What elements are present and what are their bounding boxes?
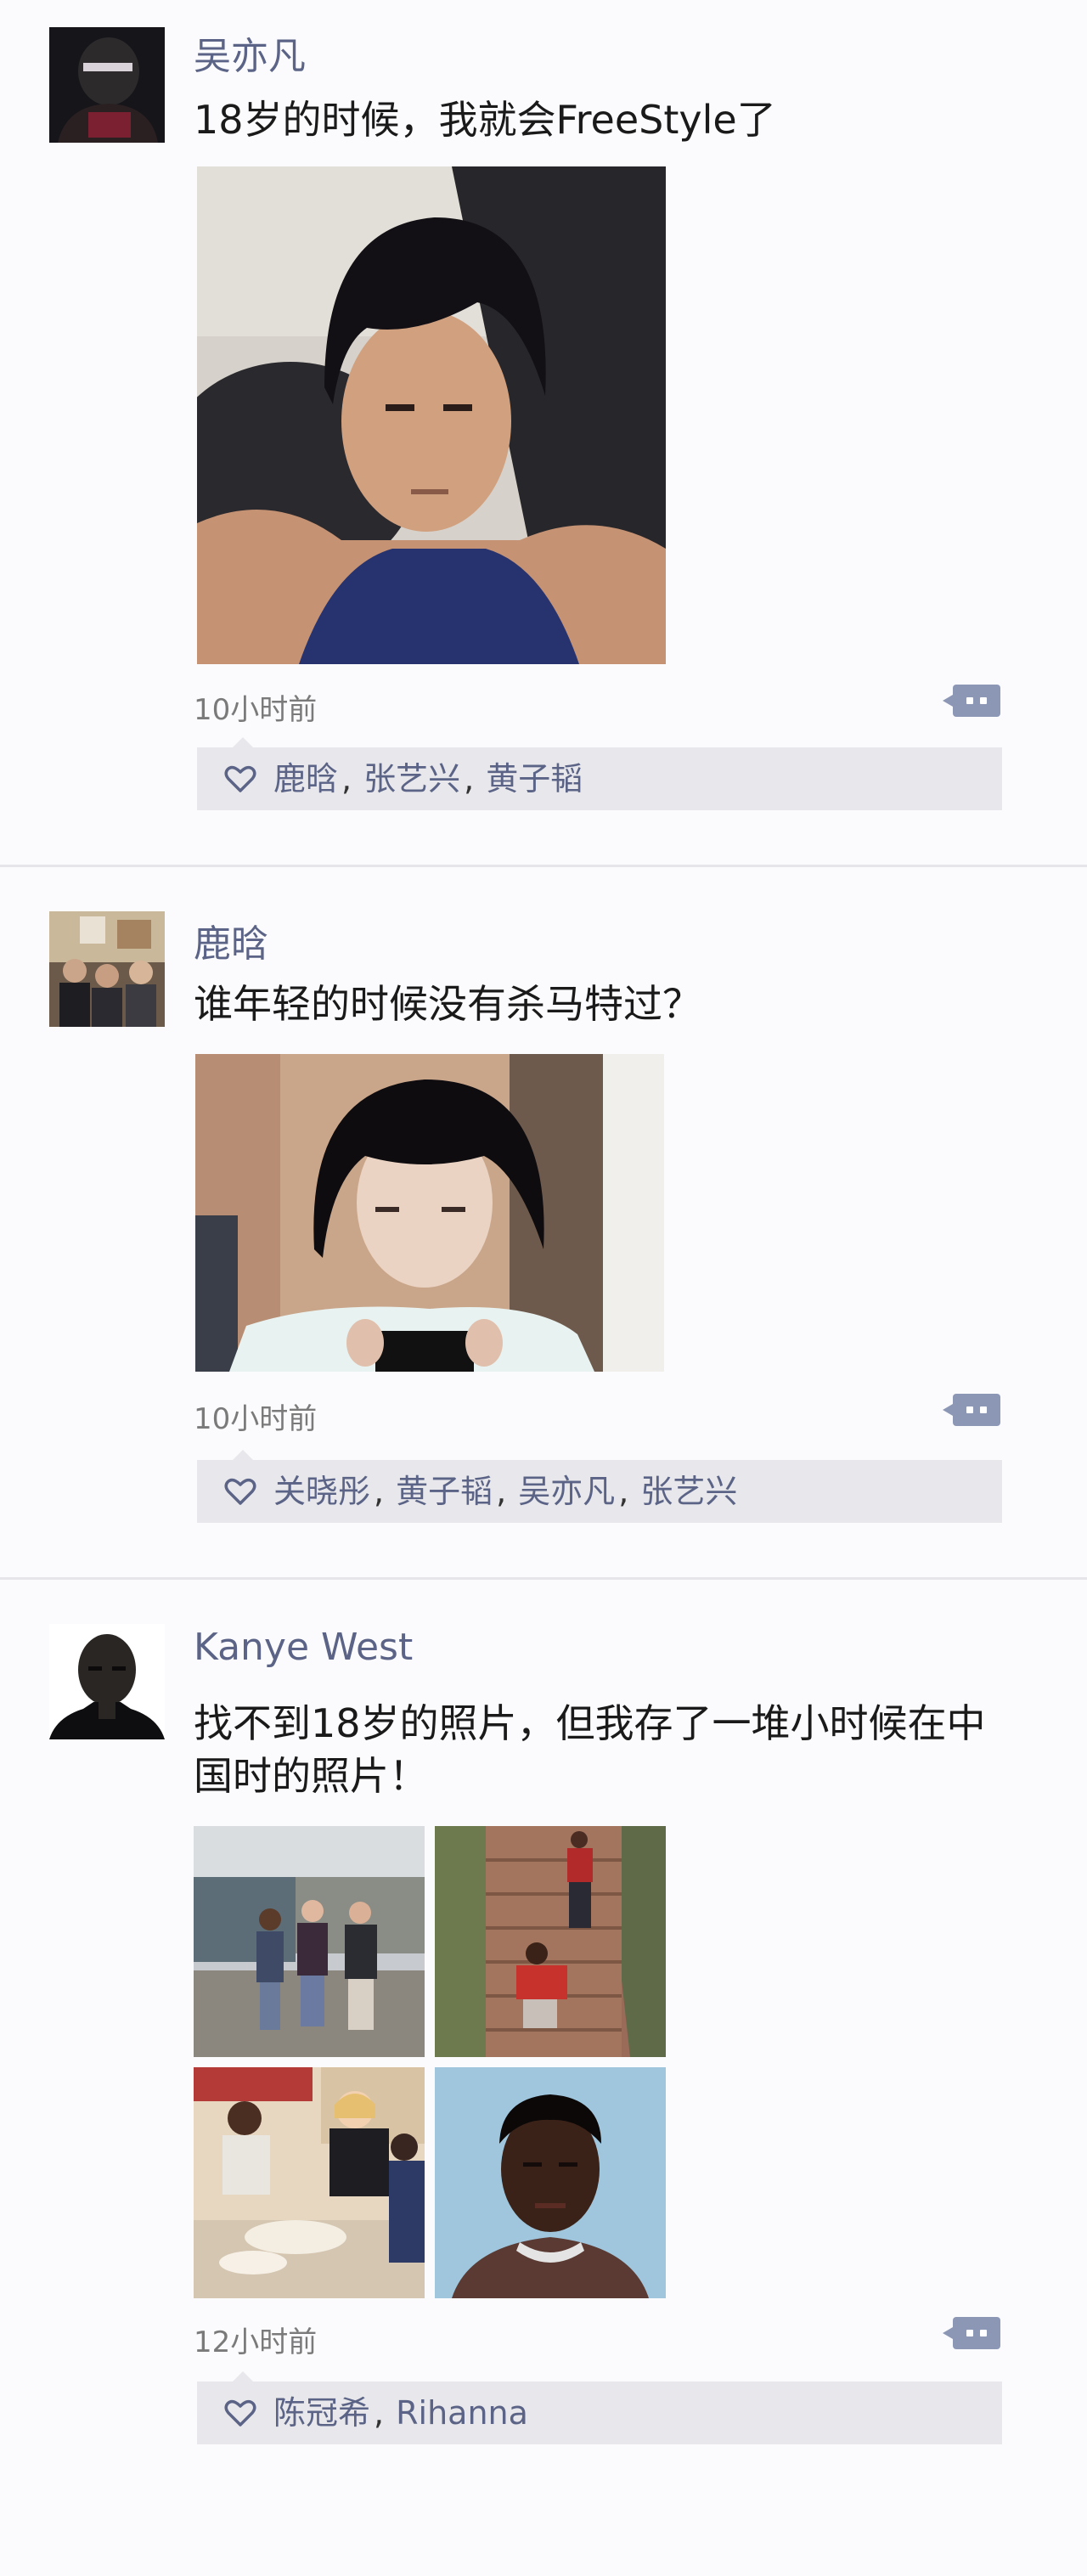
like-names: 鹿晗, 张艺兴, 黄子韬 bbox=[273, 756, 583, 802]
post-photo[interactable] bbox=[197, 166, 666, 664]
username[interactable]: 吴亦凡 bbox=[194, 25, 306, 80]
heart-outline-icon[interactable] bbox=[224, 2398, 256, 2427]
photo-image bbox=[195, 1054, 664, 1372]
post-photo[interactable] bbox=[194, 1826, 425, 2057]
post-time: 12小时前 bbox=[194, 2325, 318, 2359]
like-separator: , bbox=[464, 760, 475, 798]
like-separator: , bbox=[496, 1473, 507, 1510]
post-time: 10小时前 bbox=[194, 1402, 318, 1436]
like-name[interactable]: 鹿晗 bbox=[273, 760, 338, 798]
post-text: 谁年轻的时候没有杀马特过？ bbox=[194, 981, 701, 1027]
comment-icon[interactable] bbox=[943, 685, 1000, 717]
post-text: 18岁的时候，我就会FreeStyle了 bbox=[194, 97, 776, 143]
likes-bar: 鹿晗, 张艺兴, 黄子韬 bbox=[197, 737, 1002, 810]
like-name[interactable]: 黄子韬 bbox=[396, 1473, 493, 1510]
comment-icon[interactable] bbox=[943, 2317, 1000, 2349]
like-names: 关晓彤, 黄子韬, 吴亦凡, 张艺兴 bbox=[273, 1468, 737, 1514]
like-name[interactable]: 黄子韬 bbox=[486, 760, 583, 798]
photo-image bbox=[197, 166, 666, 664]
like-name[interactable]: 关晓彤 bbox=[273, 1473, 370, 1510]
avatar[interactable] bbox=[49, 27, 165, 143]
post-text: 找不到18岁的照片，但我存了一堆小时候在中国时的照片！ bbox=[194, 1700, 986, 1799]
photo-image bbox=[435, 2067, 666, 2298]
like-separator: , bbox=[374, 2394, 385, 2432]
post-photo[interactable] bbox=[435, 2067, 666, 2298]
like-name[interactable]: 张艺兴 bbox=[640, 1473, 737, 1510]
post-photo[interactable] bbox=[435, 1826, 666, 2057]
like-name[interactable]: 陈冠希 bbox=[273, 2394, 370, 2432]
avatar-image bbox=[49, 911, 165, 1027]
avatar-image bbox=[49, 1624, 165, 1739]
comment-icon[interactable] bbox=[943, 1394, 1000, 1426]
post-photo[interactable] bbox=[194, 2067, 425, 2298]
avatar-image bbox=[49, 27, 165, 143]
heart-outline-icon[interactable] bbox=[224, 1477, 256, 1506]
post-1: 吴亦凡 18岁的时候，我就会FreeStyle了 10小时前 鹿晗, 张艺兴, 黄子… bbox=[0, 0, 1087, 865]
like-name[interactable]: 张艺兴 bbox=[363, 760, 460, 798]
like-names: 陈冠希, Rihanna bbox=[273, 2390, 528, 2436]
photo-image bbox=[194, 1826, 425, 2057]
post-2: 鹿晗 谁年轻的时候没有杀马特过？ 10小时前 关晓彤, 黄子韬, 吴亦凡, 张艺兴 bbox=[0, 867, 1087, 1577]
likes-bar: 陈冠希, Rihanna bbox=[197, 2371, 1002, 2444]
post-photo[interactable] bbox=[195, 1054, 664, 1372]
username[interactable]: 鹿晗 bbox=[194, 913, 268, 967]
avatar[interactable] bbox=[49, 1624, 165, 1739]
post-3: Kanye West 找不到18岁的照片，但我存了一堆小时候在中国时的照片！ 1… bbox=[0, 1580, 1087, 2576]
likes-bar: 关晓彤, 黄子韬, 吴亦凡, 张艺兴 bbox=[197, 1450, 1002, 1523]
like-separator: , bbox=[618, 1473, 629, 1510]
heart-outline-icon[interactable] bbox=[224, 764, 256, 793]
like-separator: , bbox=[341, 760, 352, 798]
photo-image bbox=[435, 1826, 666, 2057]
like-name[interactable]: Rihanna bbox=[396, 2394, 528, 2432]
like-separator: , bbox=[374, 1473, 385, 1510]
username[interactable]: Kanye West bbox=[194, 1626, 413, 1669]
post-time: 10小时前 bbox=[194, 693, 318, 727]
photo-image bbox=[194, 2067, 425, 2298]
avatar[interactable] bbox=[49, 911, 165, 1027]
like-name[interactable]: 吴亦凡 bbox=[518, 1473, 615, 1510]
